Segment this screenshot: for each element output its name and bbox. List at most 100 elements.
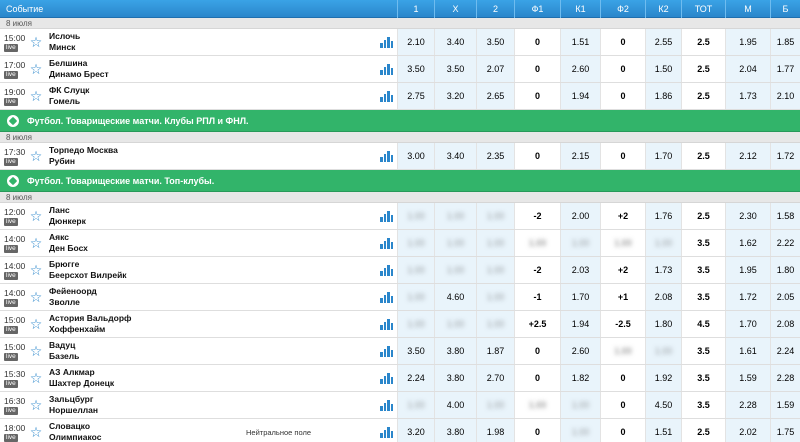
odds-cell[interactable]: 1.00 [398,311,435,337]
odds-cell[interactable]: 1.92 [646,365,682,391]
star-icon[interactable]: ☆ [28,235,44,252]
odds-cell[interactable]: 0 [601,56,646,82]
odds-cell[interactable]: 3.80 [435,338,477,364]
odds-cell[interactable]: 1.00 [561,392,601,418]
teams[interactable]: Торпедо Москва Рубин [49,145,118,167]
odds-cell[interactable]: 0 [601,83,646,109]
odds-cell[interactable]: 2.15 [561,143,601,169]
odds-cell[interactable]: 1.00 [646,338,682,364]
league-header[interactable]: Футбол. Товарищеские матчи. Клубы РПЛ и … [0,110,800,132]
odds-cell[interactable]: 1.80 [771,257,800,283]
odds-cell[interactable]: 2.24 [771,338,800,364]
teams[interactable]: Ислочь Минск [49,31,80,53]
odds-cell[interactable]: 1.50 [646,56,682,82]
odds-cell[interactable]: 3.50 [398,338,435,364]
odds-cell[interactable]: 2.10 [398,29,435,55]
star-icon[interactable]: ☆ [28,88,44,105]
odds-cell[interactable]: 3.5 [682,230,726,256]
odds-cell[interactable]: 2.28 [771,365,800,391]
odds-cell[interactable]: 0 [515,143,561,169]
header-col[interactable]: Б [771,0,800,18]
teams[interactable]: Ланс Дюнкерк [49,205,86,227]
odds-cell[interactable]: 1.00 [515,392,561,418]
odds-cell[interactable]: 1.73 [726,83,771,109]
star-icon[interactable]: ☆ [28,370,44,387]
odds-cell[interactable]: 2.00 [561,203,601,229]
odds-cell[interactable]: 1.59 [726,365,771,391]
star-icon[interactable]: ☆ [28,316,44,333]
odds-cell[interactable]: 1.00 [601,338,646,364]
odds-cell[interactable]: 4.60 [435,284,477,310]
odds-cell[interactable]: 1.73 [646,257,682,283]
odds-cell[interactable]: 3.80 [435,365,477,391]
odds-cell[interactable]: 2.5 [682,203,726,229]
odds-cell[interactable]: 2.22 [771,230,800,256]
odds-cell[interactable]: 3.20 [398,419,435,442]
header-col[interactable]: М [726,0,771,18]
odds-cell[interactable]: 1.00 [477,257,515,283]
odds-cell[interactable]: 2.08 [646,284,682,310]
odds-cell[interactable]: 1.95 [726,29,771,55]
odds-cell[interactable]: 2.05 [771,284,800,310]
odds-cell[interactable]: 3.50 [398,56,435,82]
odds-cell[interactable]: 2.60 [561,338,601,364]
odds-cell[interactable]: 1.82 [561,365,601,391]
odds-cell[interactable]: 3.40 [435,29,477,55]
odds-cell[interactable]: 2.12 [726,143,771,169]
header-col[interactable]: К1 [561,0,601,18]
odds-cell[interactable]: 1.00 [477,203,515,229]
odds-cell[interactable]: 1.77 [771,56,800,82]
odds-cell[interactable]: 0 [515,338,561,364]
stats-icon[interactable] [380,400,393,411]
stats-icon[interactable] [380,37,393,48]
stats-icon[interactable] [380,211,393,222]
odds-cell[interactable]: 3.5 [682,257,726,283]
odds-cell[interactable]: 1.00 [561,419,601,442]
odds-cell[interactable]: 1.00 [601,230,646,256]
live-badge[interactable]: live [4,217,18,226]
odds-cell[interactable]: 2.30 [726,203,771,229]
odds-cell[interactable]: 1.72 [771,143,800,169]
stats-icon[interactable] [380,265,393,276]
teams[interactable]: Зальцбург Норшеллан [49,394,98,416]
header-col[interactable]: Ф1 [515,0,561,18]
star-icon[interactable]: ☆ [28,289,44,306]
odds-cell[interactable]: 1.00 [398,284,435,310]
odds-cell[interactable]: 2.5 [682,143,726,169]
odds-cell[interactable]: 0 [601,419,646,442]
stats-icon[interactable] [380,292,393,303]
odds-cell[interactable]: 3.50 [477,29,515,55]
stats-icon[interactable] [380,346,393,357]
odds-cell[interactable]: +1 [601,284,646,310]
league-header[interactable]: Футбол. Товарищеские матчи. Топ-клубы. [0,170,800,192]
odds-cell[interactable]: 1.00 [515,230,561,256]
stats-icon[interactable] [380,373,393,384]
header-col[interactable]: 2 [477,0,515,18]
odds-cell[interactable]: 1.70 [561,284,601,310]
teams[interactable]: Аякс Ден Босх [49,232,88,254]
odds-cell[interactable]: 3.5 [682,284,726,310]
odds-cell[interactable]: 3.50 [435,56,477,82]
odds-cell[interactable]: 2.5 [682,83,726,109]
teams[interactable]: Брюгге Беерсхот Вилрейк [49,259,127,281]
odds-cell[interactable]: 1.80 [646,311,682,337]
stats-icon[interactable] [380,91,393,102]
live-badge[interactable]: live [4,157,18,166]
live-badge[interactable]: live [4,433,18,442]
odds-cell[interactable]: 1.59 [771,392,800,418]
odds-cell[interactable]: 3.5 [682,392,726,418]
live-badge[interactable]: live [4,43,18,52]
odds-cell[interactable]: 4.00 [435,392,477,418]
star-icon[interactable]: ☆ [28,397,44,414]
odds-cell[interactable]: 1.00 [435,257,477,283]
odds-cell[interactable]: 1.75 [771,419,800,442]
odds-cell[interactable]: 0 [515,419,561,442]
header-event[interactable]: Событие [0,0,398,18]
odds-cell[interactable]: +2 [601,257,646,283]
odds-cell[interactable]: 2.24 [398,365,435,391]
odds-cell[interactable]: 2.04 [726,56,771,82]
odds-cell[interactable]: 1.00 [435,230,477,256]
odds-cell[interactable]: 0 [601,143,646,169]
teams[interactable]: АЗ Алкмар Шахтер Донецк [49,367,114,389]
odds-cell[interactable]: 3.40 [435,143,477,169]
